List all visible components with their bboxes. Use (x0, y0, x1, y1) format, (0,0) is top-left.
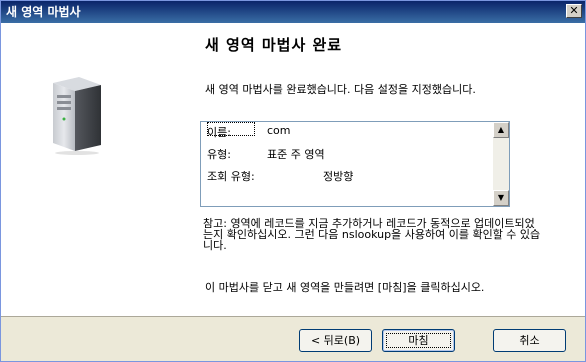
intro-text: 새 영역 마법사를 완료했습니다. 다음 설정을 지정했습니다. (205, 83, 476, 96)
wizard-banner (1, 23, 177, 316)
page-title: 새 영역 마법사 완료 (205, 36, 343, 54)
server-icon (53, 77, 101, 155)
title-bar: 새 영역 마법사 ✕ (1, 1, 585, 23)
finish-button[interactable]: 마침 (382, 329, 455, 352)
close-button[interactable]: ✕ (566, 4, 582, 18)
summary-label: 조회 유형: (207, 170, 255, 183)
summary-label: 이름: (207, 126, 231, 139)
note-text: 참고: 영역에 레코드를 지금 추가하거나 레코드가 동적으로 업데이트되었는지… (203, 217, 541, 252)
summary-value: 정방향 (323, 170, 354, 183)
focus-rect (386, 333, 451, 348)
close-icon: ✕ (569, 4, 579, 17)
finish-instruction: 이 마법사를 닫고 새 영역을 만들려면 [마침]을 클릭하십시오. (205, 281, 485, 294)
scroll-up-button[interactable]: ▲ (493, 122, 509, 138)
summary-value: com (267, 124, 291, 137)
summary-value: 표준 주 영역 (267, 148, 325, 161)
cancel-button[interactable]: 취소 (493, 329, 566, 352)
scroll-down-button[interactable]: ▼ (493, 190, 509, 206)
window-title: 새 영역 마법사 (6, 5, 81, 19)
wizard-content: 새 영역 마법사 완료 새 영역 마법사를 완료했습니다. 다음 설정을 지정했… (1, 23, 585, 316)
vertical-scrollbar[interactable]: ▲ ▼ (493, 122, 509, 206)
summary-list: 이름: com 유형: 표준 주 영역 조회 유형: 정방향 (205, 122, 493, 206)
settings-summary-box[interactable]: 이름: com 유형: 표준 주 영역 조회 유형: 정방향 ▲ ▼ (200, 121, 510, 207)
button-bar: < 뒤로(B) 마침 취소 (1, 316, 585, 361)
scroll-up-icon: ▲ (497, 125, 505, 134)
scroll-down-icon: ▼ (497, 193, 505, 202)
back-button[interactable]: < 뒤로(B) (299, 329, 372, 352)
wizard-window: 새 영역 마법사 ✕ 새 영역 마법사 완료 새 영역 마법사를 완료했습니다.… (0, 0, 586, 362)
summary-label: 유형: (207, 148, 231, 161)
